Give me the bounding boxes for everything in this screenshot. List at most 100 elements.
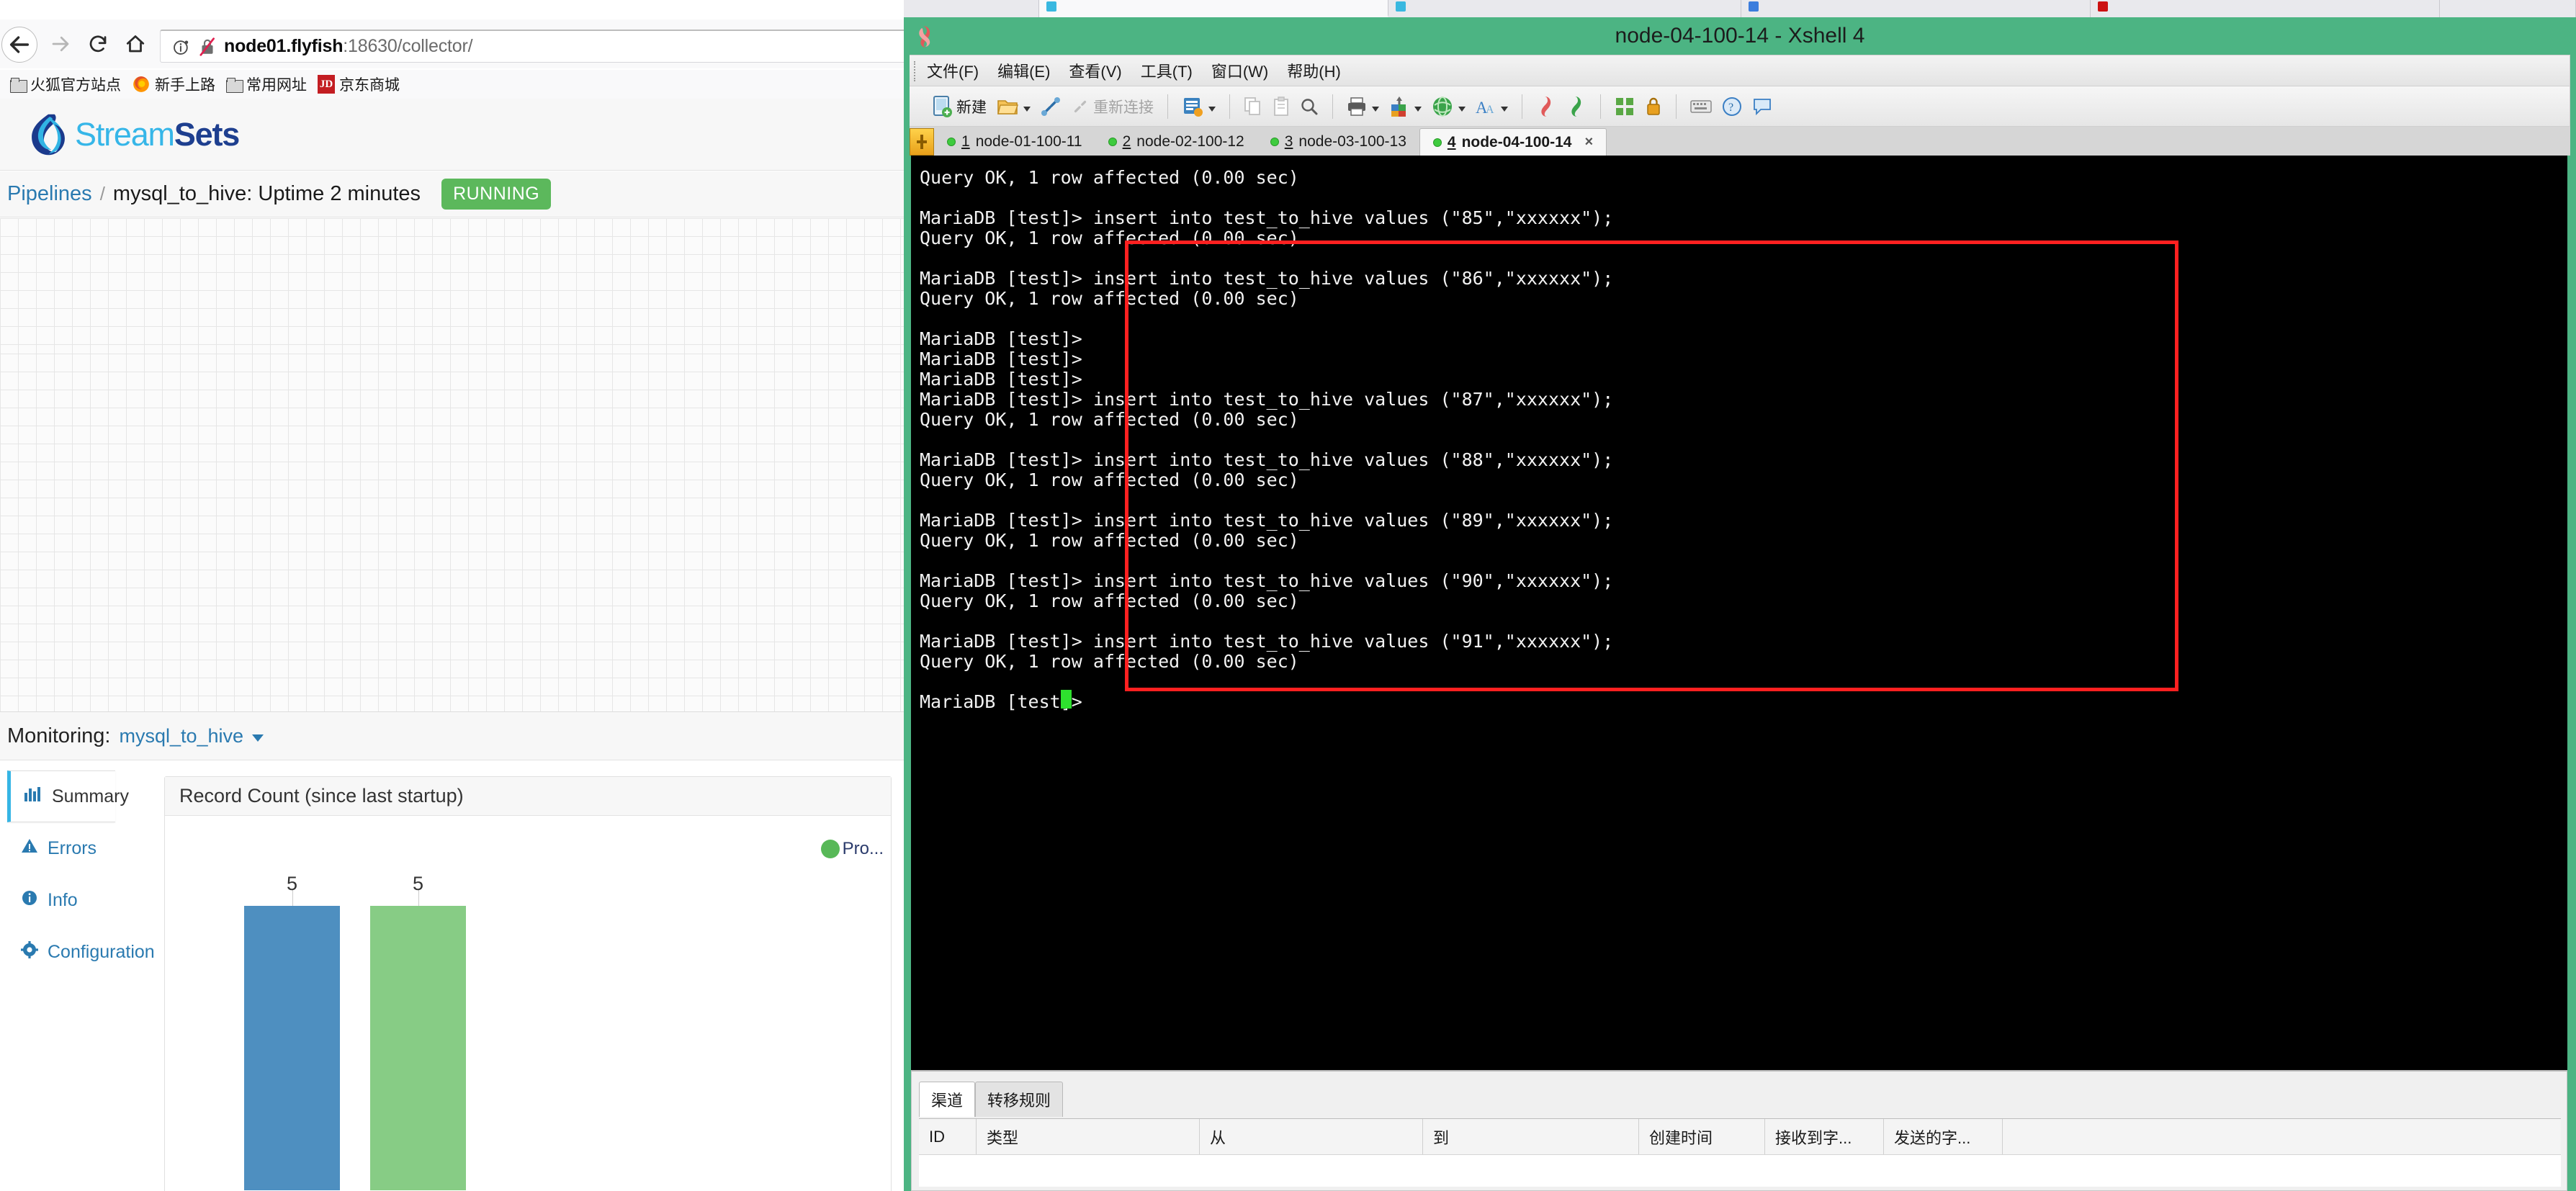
sidebar-item-label: Configuration <box>48 941 155 962</box>
home-button[interactable] <box>118 27 153 61</box>
menu-file[interactable]: 文件(F) <box>927 59 979 82</box>
xshell-button[interactable] <box>1533 91 1559 122</box>
bottom-tab-transfer-rules[interactable]: 转移规则 <box>975 1082 1064 1117</box>
streamsets-header: StreamSets <box>0 99 904 171</box>
close-icon[interactable]: × <box>1584 134 1593 150</box>
terminal-line: MariaDB [test]> insert into test_to_hive… <box>920 570 1614 591</box>
bookmark-item[interactable]: 火狐官方站点 <box>6 72 125 96</box>
session-tab-3[interactable]: 3 node-03-100-13 <box>1257 128 1419 156</box>
chevron-down-icon[interactable] <box>252 734 264 742</box>
bookmark-item[interactable]: 常用网址 <box>222 72 311 96</box>
connect-button[interactable] <box>1038 91 1064 122</box>
pipeline-canvas[interactable]: Src_Mysql hive metadata <box>0 354 904 711</box>
help-button[interactable]: ? <box>1719 91 1745 122</box>
connect-icon <box>1041 96 1060 116</box>
chevron-down-icon[interactable] <box>1414 107 1422 112</box>
bottom-panel-tabs: 渠道 转移规则 <box>919 1082 1064 1117</box>
url-bar[interactable]: node01.flyfish:18630/collector/ <box>160 30 904 63</box>
sidebar-item-summary[interactable]: Summary <box>7 770 129 822</box>
tile-icon <box>1616 97 1633 115</box>
monitoring-body: Summary Errors Info Configuration Record… <box>0 760 904 1191</box>
pipeline-canvas-top <box>0 218 904 354</box>
toolbar-grip[interactable] <box>914 61 916 81</box>
bookmark-item[interactable]: JD 京东商城 <box>313 72 404 96</box>
session-manager-button[interactable] <box>1179 91 1219 122</box>
menu-help[interactable]: 帮助(H) <box>1287 59 1341 82</box>
bottom-tab-channels[interactable]: 渠道 <box>919 1082 976 1117</box>
session-tab-number: 1 <box>961 133 970 150</box>
browser-tab[interactable] <box>1741 0 2091 17</box>
column-header-to[interactable]: 到 <box>1423 1118 1639 1155</box>
menu-tools[interactable]: 工具(T) <box>1141 59 1193 82</box>
bookmark-item[interactable]: 新手上路 <box>127 72 220 96</box>
copy-icon <box>1244 96 1260 115</box>
keyboard-button[interactable] <box>1687 91 1715 122</box>
chart-legend[interactable]: Pro... <box>820 839 884 859</box>
terminal-line: MariaDB [test]> insert into test_to_hive… <box>920 268 1614 289</box>
chevron-down-icon[interactable] <box>1023 107 1031 112</box>
reload-button[interactable] <box>81 27 115 61</box>
back-arrow-icon <box>9 36 30 53</box>
open-session-button[interactable] <box>994 91 1033 122</box>
forward-button[interactable] <box>43 27 78 61</box>
column-header-id[interactable]: ID <box>919 1118 977 1155</box>
column-header-type[interactable]: 类型 <box>977 1118 1200 1155</box>
terminal-line: MariaDB [test]> insert into test_to_hive… <box>920 631 1614 652</box>
sidebar-item-configuration[interactable]: Configuration <box>7 926 155 978</box>
breadcrumb-pipelines-link[interactable]: Pipelines <box>7 182 92 206</box>
firefox-browser-window: node01.flyfish:18630/collector/ 火狐官方站点 新… <box>0 0 904 1191</box>
sidebar-item-errors[interactable]: Errors <box>7 822 115 874</box>
tile-button[interactable] <box>1612 91 1638 122</box>
feedback-button[interactable] <box>1749 91 1775 122</box>
font-button[interactable]: A A <box>1473 91 1511 122</box>
back-button[interactable] <box>1 27 37 63</box>
browser-tab[interactable] <box>2091 0 2440 17</box>
color-scheme-button[interactable] <box>1386 91 1424 122</box>
toolbar-separator <box>1229 94 1230 119</box>
column-header-received[interactable]: 接收到字... <box>1765 1118 1884 1155</box>
new-session-button[interactable]: 新建 <box>928 91 989 122</box>
chevron-down-icon[interactable] <box>1501 107 1508 112</box>
sidebar-item-info[interactable]: Info <box>7 874 115 926</box>
transfer-icon <box>1433 96 1452 117</box>
terminal-line: MariaDB [test]> <box>920 349 1082 369</box>
find-button[interactable] <box>1297 91 1321 122</box>
session-tab-4-active[interactable]: 4 node-04-100-14 × <box>1419 128 1607 156</box>
toolbar-separator <box>1676 94 1677 119</box>
column-header-created[interactable]: 创建时间 <box>1639 1118 1765 1155</box>
insecure-lock-icon[interactable] <box>198 37 217 57</box>
menu-edit[interactable]: 编辑(E) <box>997 59 1050 82</box>
chevron-down-icon[interactable] <box>1372 107 1379 112</box>
lock-button[interactable] <box>1642 91 1665 122</box>
monitoring-pipeline-link[interactable]: mysql_to_hive <box>119 725 243 747</box>
firefox-icon <box>133 76 149 92</box>
xshell-title-bar[interactable]: node-04-100-14 - Xshell 4 <box>904 17 2576 55</box>
add-session-button[interactable] <box>910 128 934 156</box>
connection-status-led <box>1270 138 1279 146</box>
session-tab-label: node-03-100-13 <box>1298 133 1406 150</box>
print-button[interactable] <box>1344 91 1382 122</box>
browser-tab-active[interactable] <box>1039 0 1388 17</box>
bottom-panel-table-body[interactable] <box>919 1154 2561 1187</box>
site-info-icon[interactable] <box>172 37 191 56</box>
streamsets-wordmark: StreamSets <box>75 116 240 153</box>
browser-tab[interactable] <box>2440 0 2576 17</box>
session-tab-2[interactable]: 2 node-02-100-12 <box>1095 128 1257 156</box>
chevron-down-icon[interactable] <box>1458 107 1466 112</box>
menu-window[interactable]: 窗口(W) <box>1211 59 1268 82</box>
column-header-from[interactable]: 从 <box>1200 1118 1423 1155</box>
terminal-line: Query OK, 1 row affected (0.00 sec) <box>920 167 1299 188</box>
xshell-toolbar: 新建 重新连接 A A ? <box>910 86 2570 127</box>
breadcrumb-separator: / <box>99 183 105 205</box>
session-tab-1[interactable]: 1 node-01-100-11 <box>934 128 1095 156</box>
column-header-sent[interactable]: 发送的字... <box>1884 1118 2003 1155</box>
xftp-button[interactable] <box>1563 91 1589 122</box>
transfer-button[interactable] <box>1429 91 1468 122</box>
disconnect-button: 重新连接 <box>1068 91 1157 122</box>
menu-view[interactable]: 查看(V) <box>1069 59 1121 82</box>
terminal-output[interactable]: Query OK, 1 row affected (0.00 sec) Mari… <box>911 156 2567 1070</box>
session-tab-label: node-02-100-12 <box>1136 133 1244 150</box>
browser-tab[interactable] <box>1388 0 1741 17</box>
chevron-down-icon[interactable] <box>1208 107 1216 112</box>
chart-bar-output: 5 <box>370 873 466 1190</box>
